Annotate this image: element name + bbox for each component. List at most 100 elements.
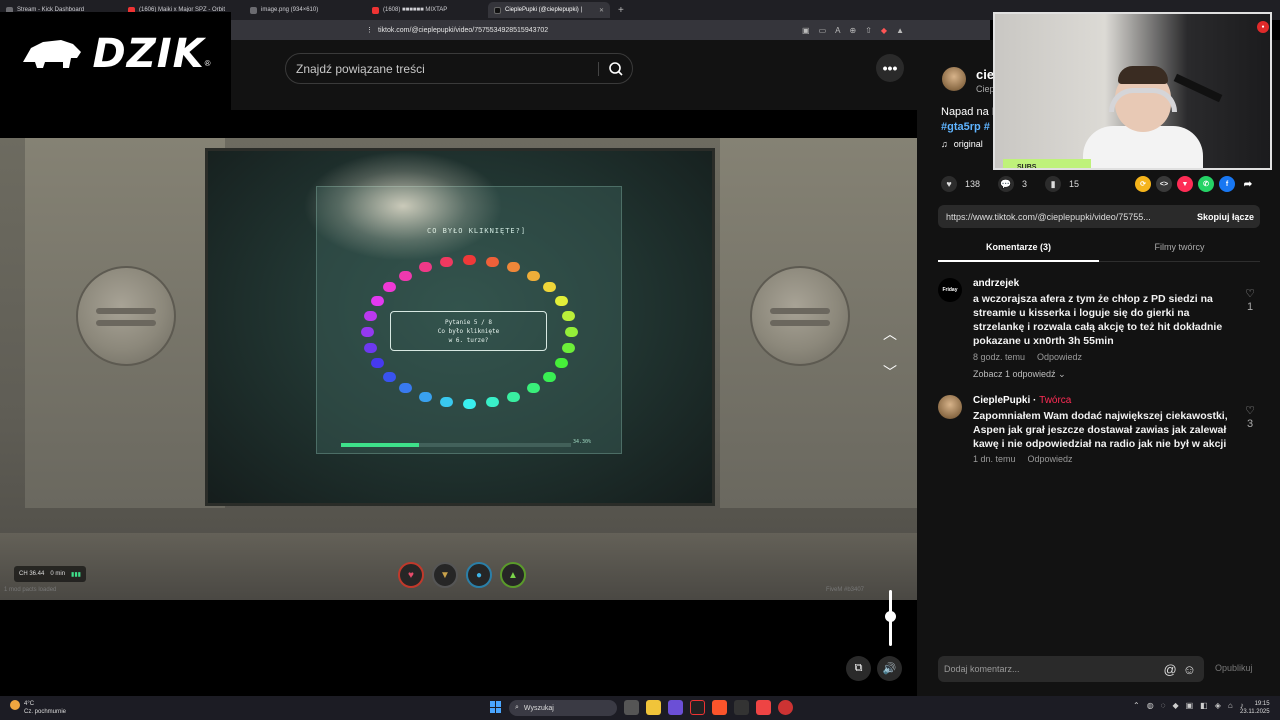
color-dot[interactable] [383, 282, 397, 293]
close-tab-icon[interactable]: ✕ [599, 7, 604, 14]
brave-icon[interactable] [712, 700, 727, 715]
reply-button[interactable]: Odpowiedz [1028, 454, 1073, 464]
commenter-avatar[interactable]: Friday [938, 278, 962, 302]
color-dot[interactable] [440, 256, 454, 267]
color-dot[interactable] [485, 397, 499, 408]
volume-icon[interactable]: 🔊 [877, 656, 902, 681]
bookmark-icon[interactable]: ▮ [1045, 176, 1062, 192]
color-dot[interactable] [418, 262, 432, 273]
discord-icon[interactable] [668, 700, 683, 715]
color-dot[interactable] [562, 343, 576, 354]
comment-input[interactable]: Dodaj komentarz... @ ☺ [938, 656, 1204, 682]
color-dot[interactable] [485, 256, 499, 267]
translate-icon[interactable]: A [835, 26, 840, 35]
color-dot[interactable] [542, 282, 556, 293]
video-player[interactable]: CO BYŁO KLIKNIĘTE?] Pytanie 5 / 8 Co był… [0, 110, 917, 628]
comment-like-button[interactable]: ♡ 3 [1243, 405, 1257, 431]
cast-icon[interactable]: ▭ [819, 26, 827, 35]
color-dot[interactable] [565, 327, 578, 337]
view-replies-button[interactable]: Zobacz 1 odpowiedź ⌄ [973, 369, 1066, 380]
color-dot[interactable] [418, 391, 432, 402]
color-dot[interactable] [507, 391, 521, 402]
search-input[interactable]: Znajdź powiązane treści [285, 53, 633, 84]
rewards-icon[interactable]: ▲ [896, 26, 904, 35]
author-avatar[interactable] [942, 67, 966, 91]
embed-icon[interactable]: <> [1156, 176, 1172, 192]
mention-icon[interactable]: @ [1164, 662, 1177, 677]
color-dot[interactable] [371, 358, 385, 369]
network-icon[interactable]: ⌂ [1228, 701, 1233, 710]
task-view-icon[interactable] [624, 700, 639, 715]
color-dot[interactable] [554, 295, 568, 306]
chevron-up-icon[interactable]: ⌃ [1133, 701, 1140, 710]
browser-tab-active[interactable]: CieplePupki (@cieplepupki) | ✕ [488, 2, 610, 18]
color-dot[interactable] [399, 270, 413, 281]
whatsapp-icon[interactable]: ✆ [1198, 176, 1214, 192]
pip-button[interactable]: ⧉ [846, 656, 871, 681]
tab-comments[interactable]: Komentarze (3) [938, 242, 1099, 252]
tray-app-icon[interactable]: ▣ [1186, 701, 1194, 710]
tray-app-icon[interactable]: ◈ [1215, 701, 1221, 710]
tab-creator-videos[interactable]: Filmy twórcy [1099, 242, 1260, 252]
app-icon[interactable] [734, 700, 749, 715]
repost-icon[interactable]: ⟳ [1135, 176, 1151, 192]
hashtags[interactable]: #gta5rp # [941, 120, 995, 135]
more-options-button[interactable]: ••• [876, 54, 904, 82]
browser-tab[interactable]: (1608) ■■■■■■ MIXTAP [366, 2, 488, 18]
color-dot[interactable] [371, 295, 385, 306]
app-icon[interactable] [778, 700, 793, 715]
commenter-avatar[interactable] [938, 395, 962, 419]
search-icon[interactable] [608, 61, 624, 77]
share-arrow-icon[interactable]: ➦ [1240, 176, 1256, 192]
volume-slider-handle[interactable] [885, 611, 896, 622]
video-link-field[interactable]: https://www.tiktok.com/@cieplepupki/vide… [938, 205, 1260, 228]
color-dot[interactable] [562, 310, 576, 321]
tray-app-icon[interactable]: ◍ [1147, 701, 1154, 710]
color-dot[interactable] [463, 255, 476, 265]
site-info-icon[interactable]: ⋮ [366, 26, 373, 34]
send-icon[interactable]: ▼ [1177, 176, 1193, 192]
comment-like-button[interactable]: ♡ 1 [1243, 288, 1257, 314]
color-dot[interactable] [363, 310, 377, 321]
color-dot[interactable] [526, 383, 540, 394]
publish-button[interactable]: Opublikuj [1215, 663, 1253, 673]
extension-icon[interactable]: ▣ [802, 26, 810, 35]
reply-button[interactable]: Odpowiedz [1037, 352, 1082, 362]
copy-link-button[interactable]: Skopiuj łącze [1197, 212, 1254, 222]
zoom-icon[interactable]: ⊕ [850, 26, 857, 35]
color-dot[interactable] [507, 262, 521, 273]
browser-tab[interactable]: image.png (934×610) [244, 2, 366, 18]
system-clock[interactable]: 19:15 23.11.2025 [1240, 700, 1270, 716]
color-dot[interactable] [542, 371, 556, 382]
tray-app-icon[interactable]: ◆ [1172, 701, 1178, 710]
share-icon[interactable]: ⇧ [865, 26, 872, 35]
taskbar-search[interactable]: ⌕ Wyszukaj [509, 700, 617, 716]
previous-video-button[interactable]: ︿ [880, 324, 900, 344]
color-dot[interactable] [399, 383, 413, 394]
tray-app-icon[interactable]: ◌ [1161, 701, 1166, 710]
new-tab-button[interactable]: + [610, 5, 632, 16]
color-dot[interactable] [526, 270, 540, 281]
comment-username[interactable]: andrzejek [973, 278, 1019, 289]
comment-username[interactable]: CieplePupki · Twórca [973, 395, 1071, 406]
facebook-icon[interactable]: f [1219, 176, 1235, 192]
sound-link[interactable]: ♫ original [941, 139, 983, 149]
color-dot[interactable] [361, 327, 374, 337]
tray-app-icon[interactable]: ◧ [1200, 701, 1208, 710]
weather-widget[interactable]: 4°C Cz. pochmurnie [10, 700, 66, 716]
color-dot[interactable] [363, 343, 377, 354]
brave-shield-icon[interactable]: ◆ [881, 26, 887, 35]
file-explorer-icon[interactable] [646, 700, 661, 715]
color-dot[interactable] [463, 399, 476, 409]
comment-icon[interactable]: 💬 [998, 176, 1015, 192]
app-icon[interactable] [756, 700, 771, 715]
url-field[interactable]: ⋮ tiktok.com/@cieplepupki/video/75755349… [366, 23, 766, 37]
obs-icon[interactable] [690, 700, 705, 715]
like-icon[interactable]: ♥ [941, 176, 957, 192]
color-dot[interactable] [440, 397, 454, 408]
start-button[interactable] [490, 701, 502, 713]
color-dot[interactable] [554, 358, 568, 369]
emoji-icon[interactable]: ☺ [1183, 662, 1196, 677]
next-video-button[interactable]: ﹀ [880, 362, 900, 382]
color-dot[interactable] [383, 371, 397, 382]
